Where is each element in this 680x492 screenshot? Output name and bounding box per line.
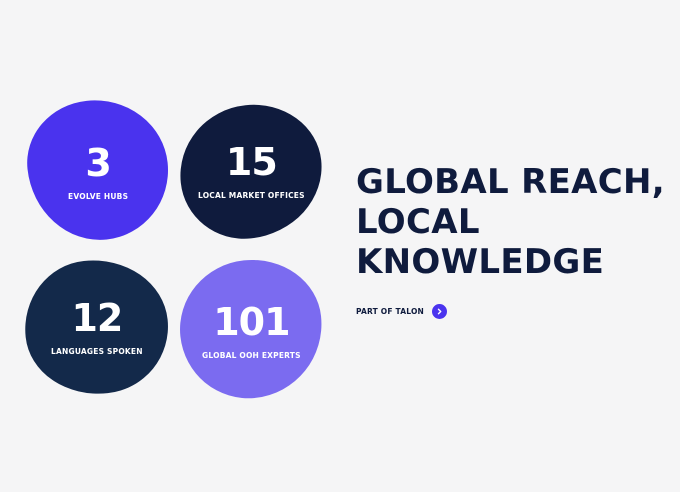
stat-value: 15: [225, 140, 277, 185]
stat-label: EVOLVE HUBS: [67, 191, 129, 201]
stat-blob-global-ooh-experts: 101 GLOBAL OOH EXPERTS: [173, 252, 329, 406]
stat-label: LOCAL MARKET OFFICES: [197, 191, 305, 201]
stat-value: 101: [212, 299, 290, 344]
stat-label: LANGUAGES SPOKEN: [50, 346, 143, 356]
part-of-talon-link[interactable]: PART OF TALON: [356, 304, 447, 319]
chevron-right-icon[interactable]: [432, 304, 447, 319]
stat-value: 3: [85, 140, 111, 185]
stat-blob-evolve-hubs: 3 EVOLVE HUBS: [21, 93, 175, 247]
stat-value: 12: [71, 295, 122, 340]
headline-line: KNOWLEDGE: [356, 242, 605, 282]
headline-line: GLOBAL REACH,: [356, 162, 665, 202]
cta-label: PART OF TALON: [356, 307, 424, 316]
page-headline: GLOBAL REACH, LOCAL KNOWLEDGE: [356, 162, 666, 282]
headline-line: LOCAL: [356, 202, 480, 242]
stat-label: GLOBAL OOH EXPERTS: [201, 350, 301, 360]
stat-blob-local-market-offices: 15 LOCAL MARKET OFFICES: [173, 97, 329, 246]
stat-blob-languages-spoken: 12 LANGUAGES SPOKEN: [18, 252, 175, 402]
